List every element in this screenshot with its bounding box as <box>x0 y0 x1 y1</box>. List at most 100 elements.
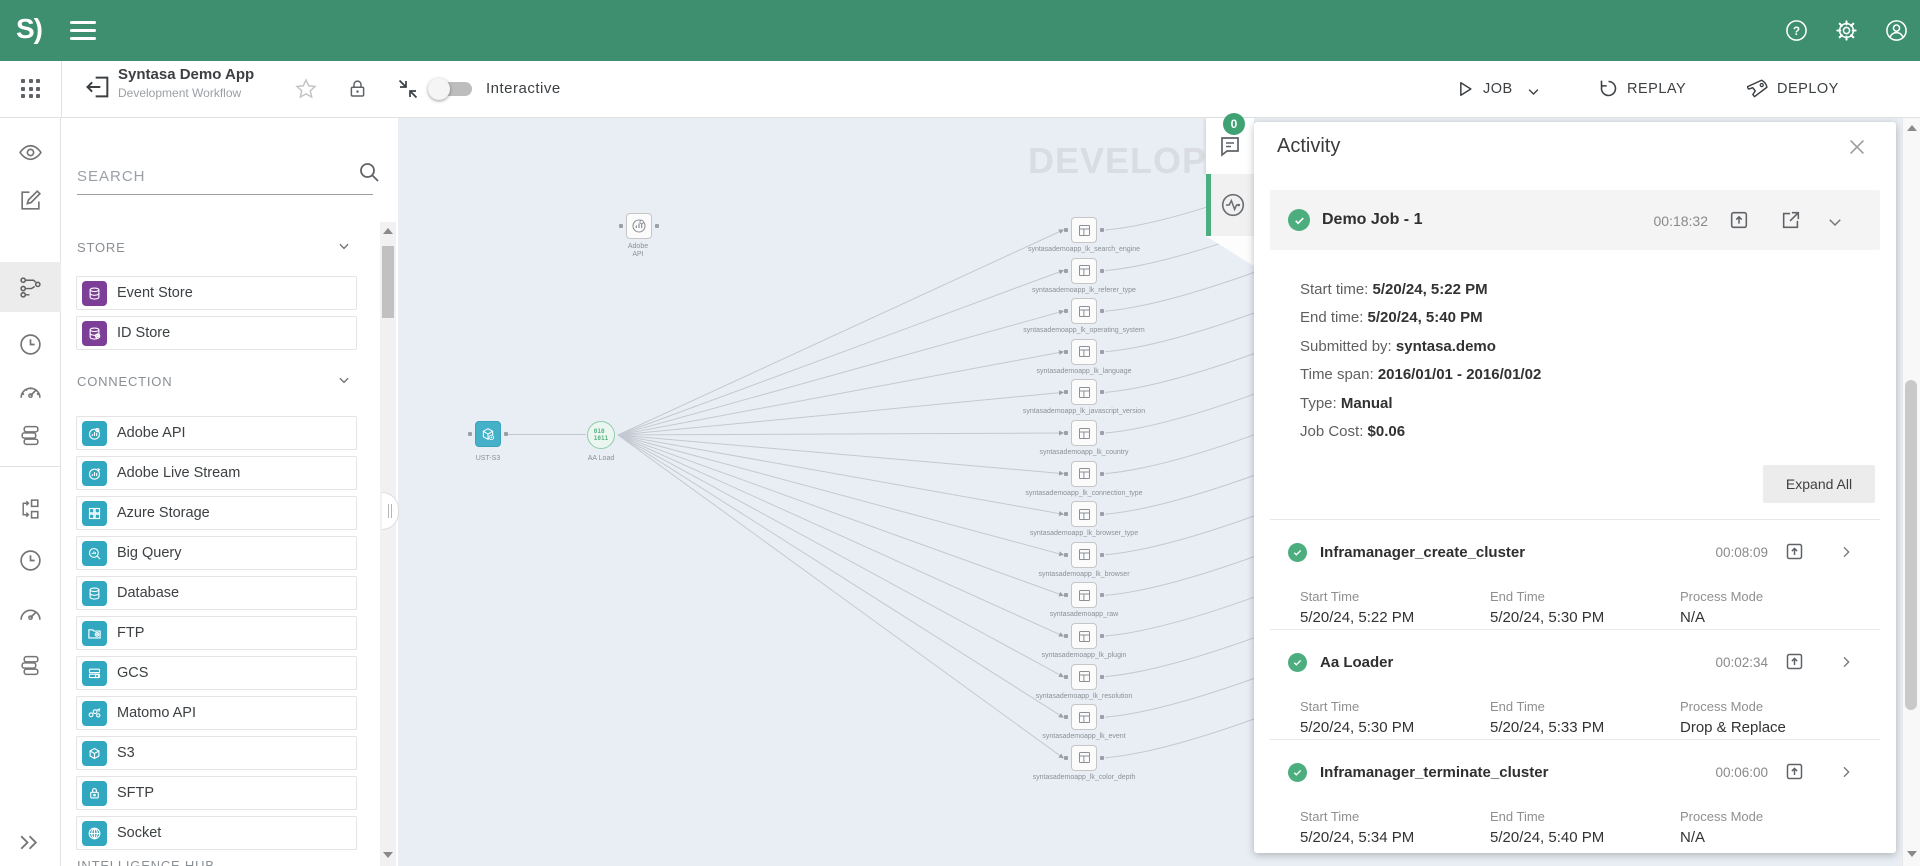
palette-item-big-query[interactable]: Big Query <box>76 536 357 570</box>
search-icon[interactable] <box>357 160 381 184</box>
node-adobe-api[interactable] <box>626 213 652 239</box>
layers-stack-icon[interactable] <box>18 423 43 448</box>
job-dropdown-chevron-icon[interactable] <box>1526 84 1541 99</box>
schedule-clock-icon[interactable] <box>18 332 43 357</box>
palette-item-socket[interactable]: Socket <box>76 816 357 850</box>
node-port[interactable] <box>655 224 659 228</box>
node-port[interactable] <box>504 432 508 436</box>
datasets-layers-icon[interactable] <box>18 653 43 678</box>
node-port[interactable] <box>1100 715 1104 719</box>
apps-grid-icon[interactable] <box>21 79 41 99</box>
close-icon[interactable] <box>1846 136 1868 158</box>
collapse-chevron-icon[interactable] <box>1826 213 1844 231</box>
palette-item-ftp[interactable]: FTP <box>76 616 357 650</box>
palette-item-event-store[interactable]: Event Store <box>76 276 357 310</box>
dashboard-gauge-icon[interactable] <box>18 380 43 405</box>
node-port[interactable] <box>1100 309 1104 313</box>
node-lookup-table[interactable] <box>1071 461 1097 487</box>
node-lookup-table[interactable] <box>1071 420 1097 446</box>
open-log-icon[interactable] <box>1728 209 1750 231</box>
node-port[interactable] <box>1100 431 1104 435</box>
node-lookup-table[interactable] <box>1071 339 1097 365</box>
collapse-arrows-icon[interactable] <box>396 77 420 101</box>
node-port[interactable] <box>1064 512 1068 516</box>
syntasa-logo[interactable]: S) <box>16 13 42 45</box>
node-port[interactable] <box>1064 756 1068 760</box>
node-port[interactable] <box>1064 350 1068 354</box>
node-port[interactable] <box>1064 593 1068 597</box>
deploy-button[interactable]: DEPLOY <box>1777 81 1839 97</box>
search-input[interactable]: SEARCH <box>77 168 146 185</box>
node-port[interactable] <box>1100 593 1104 597</box>
activity-button[interactable] <box>1206 174 1254 236</box>
history-clock-icon[interactable] <box>18 548 43 573</box>
play-icon[interactable] <box>1455 79 1475 99</box>
node-port[interactable] <box>1100 390 1104 394</box>
deploy-rocket-icon[interactable] <box>1747 77 1770 100</box>
open-log-icon[interactable] <box>1784 541 1805 562</box>
palette-item-adobe-api[interactable]: Adobe API <box>76 416 357 450</box>
node-port[interactable] <box>1100 228 1104 232</box>
section-collapse-chevron-icon[interactable] <box>337 373 351 387</box>
node-port[interactable] <box>1064 553 1068 557</box>
settings-gear-icon[interactable] <box>1835 19 1858 42</box>
node-port[interactable] <box>1064 228 1068 232</box>
palette-scrollbar[interactable] <box>380 222 396 866</box>
node-port[interactable] <box>1100 675 1104 679</box>
edit-icon[interactable] <box>18 188 43 213</box>
section-header-connection[interactable]: CONNECTION <box>77 374 172 389</box>
node-port[interactable] <box>1064 715 1068 719</box>
open-log-icon[interactable] <box>1784 761 1805 782</box>
node-port[interactable] <box>1100 756 1104 760</box>
palette-item-azure-storage[interactable]: Azure Storage <box>76 496 357 530</box>
node-lookup-table[interactable] <box>1071 664 1097 690</box>
external-link-icon[interactable] <box>1780 209 1802 231</box>
lock-icon[interactable] <box>347 78 368 100</box>
node-port[interactable] <box>1064 309 1068 313</box>
palette-item-sftp[interactable]: SFTP <box>76 776 357 810</box>
exit-workflow-icon[interactable] <box>84 73 112 101</box>
palette-item-s3[interactable]: S3 <box>76 736 357 770</box>
sub-job-row[interactable]: Aa Loader00:02:34Start TimeEnd TimeProce… <box>1254 637 1896 737</box>
node-lookup-table[interactable] <box>1071 582 1097 608</box>
palette-item-gcs[interactable]: GCS <box>76 656 357 690</box>
node-lookup-table[interactable] <box>1071 258 1097 284</box>
node-lookup-table[interactable] <box>1071 745 1097 771</box>
workflow-flow-icon[interactable] <box>18 275 43 300</box>
preview-eye-icon[interactable] <box>18 140 43 165</box>
sub-job-row[interactable]: Inframanager_terminate_cluster00:06:00St… <box>1254 747 1896 847</box>
node-lookup-table[interactable] <box>1071 542 1097 568</box>
metrics-gauge-icon[interactable] <box>18 602 43 627</box>
node-port[interactable] <box>1100 553 1104 557</box>
node-lookup-table[interactable] <box>1071 298 1097 324</box>
favorite-star-icon[interactable] <box>294 77 318 101</box>
node-port[interactable] <box>1064 634 1068 638</box>
node-lookup-table[interactable] <box>1071 501 1097 527</box>
node-aa-load[interactable]: 0101011 <box>587 421 615 449</box>
node-port[interactable] <box>619 224 623 228</box>
palette-item-database[interactable]: Database <box>76 576 357 610</box>
node-port[interactable] <box>1064 390 1068 394</box>
node-port[interactable] <box>1100 472 1104 476</box>
node-port[interactable] <box>468 432 472 436</box>
replay-button[interactable]: REPLAY <box>1627 81 1686 97</box>
palette-scrollbar-thumb[interactable] <box>382 246 394 318</box>
node-source-s3[interactable] <box>475 421 501 447</box>
palette-item-adobe-live-stream[interactable]: Adobe Live Stream <box>76 456 357 490</box>
palette-item-id-store[interactable]: ID Store <box>76 316 357 350</box>
node-port[interactable] <box>1100 269 1104 273</box>
expand-all-button[interactable]: Expand All <box>1763 465 1875 503</box>
node-lookup-table[interactable] <box>1071 217 1097 243</box>
sitemap-icon[interactable] <box>18 497 43 522</box>
node-lookup-table[interactable] <box>1071 623 1097 649</box>
replay-icon[interactable] <box>1598 78 1619 99</box>
node-port[interactable] <box>1064 269 1068 273</box>
expand-rail-chevrons-icon[interactable] <box>16 830 41 855</box>
section-header-store[interactable]: STORE <box>77 240 126 255</box>
sub-job-row[interactable]: Inframanager_create_cluster00:08:09Start… <box>1254 527 1896 627</box>
job-summary-card[interactable]: Demo Job - 1 00:18:32 <box>1270 190 1880 250</box>
node-port[interactable] <box>1100 512 1104 516</box>
node-port[interactable] <box>1064 431 1068 435</box>
account-icon[interactable] <box>1885 19 1908 42</box>
section-collapse-chevron-icon[interactable] <box>337 239 351 253</box>
